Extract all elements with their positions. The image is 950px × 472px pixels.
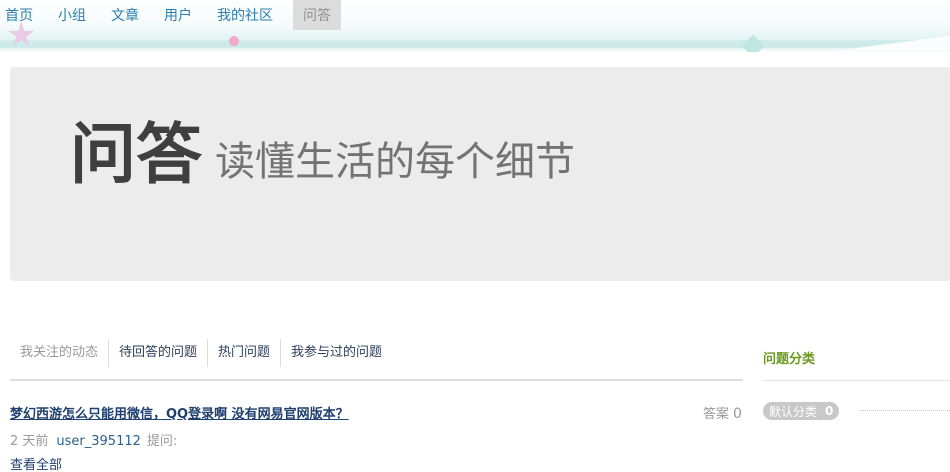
question-author-link[interactable]: user_395112 [56, 434, 140, 449]
page-title: 问答 [70, 116, 202, 193]
category-count: 0 [825, 404, 834, 418]
nav-item-groups[interactable]: 小组 [53, 0, 96, 30]
tab-following-activity[interactable]: 我关注的动态 [10, 339, 110, 367]
hero-banner: 问答 读懂生活的每个细节 [10, 67, 950, 281]
page-subtitle: 读懂生活的每个细节 [215, 139, 575, 185]
question-time: 2 天前 [10, 434, 49, 449]
nav-item-users[interactable]: 用户 [159, 0, 202, 30]
dot-decoration-icon [229, 36, 239, 46]
answer-count-label: 答案 [703, 407, 730, 422]
diamond-decoration-icon [741, 34, 765, 52]
nav-item-my-community[interactable]: 我的社区 [212, 0, 283, 30]
sidebar-title: 问题分类 [763, 352, 816, 367]
question-title-link[interactable]: 梦幻西游怎么只能用微信，QQ登录啊 没有网易官网版本？ [10, 403, 349, 422]
tab-unanswered[interactable]: 待回答的问题 [109, 339, 209, 367]
nav-item-qa[interactable]: 问答 [293, 0, 341, 30]
question-meta: 2 天前 user_395112 提问: [10, 430, 177, 449]
answer-count-value: 0 [733, 406, 742, 422]
main-nav: 首页 小组 文章 用户 我的社区 问答 [0, 0, 351, 30]
category-badge[interactable]: 默认分类 0 [763, 402, 840, 420]
tab-participated[interactable]: 我参与过的问题 [281, 339, 392, 367]
category-name: 默认分类 [769, 404, 818, 419]
nav-item-home[interactable]: 首页 [0, 0, 43, 30]
nav-item-articles[interactable]: 文章 [106, 0, 149, 30]
banner-wave-decoration [0, 40, 950, 48]
category-dotted-leader [860, 410, 950, 411]
top-banner: ★ 首页 小组 文章 用户 我的社区 问答 [0, 0, 950, 52]
question-tabs: 我关注的动态 待回答的问题 热门问题 我参与过的问题 [10, 339, 392, 367]
tabs-divider [10, 379, 743, 381]
view-all-link[interactable]: 查看全部 [10, 454, 62, 472]
question-action: 提问: [146, 434, 178, 449]
tab-hot-questions[interactable]: 热门问题 [208, 339, 282, 367]
sidebar-divider [763, 380, 950, 381]
answer-count: 答案 0 [703, 403, 742, 422]
